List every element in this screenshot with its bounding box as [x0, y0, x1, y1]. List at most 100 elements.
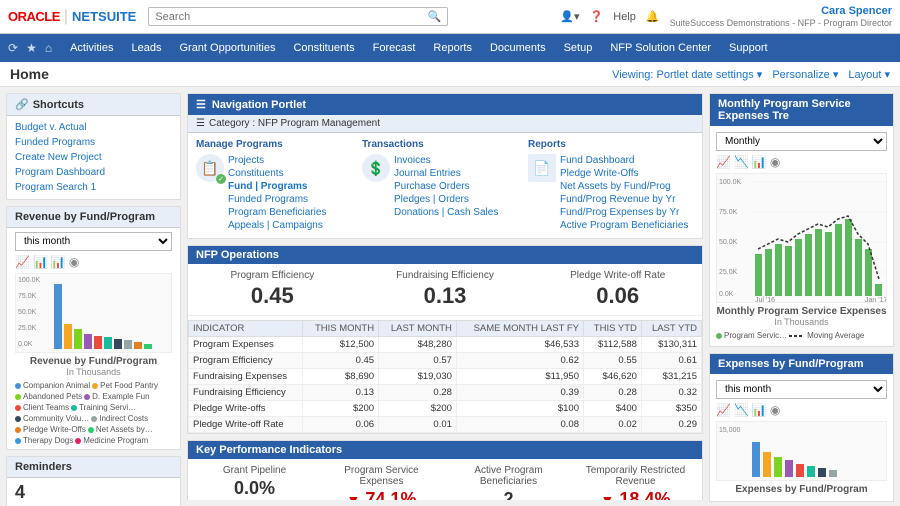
shortcut-budget[interactable]: Budget v. Actual: [15, 120, 172, 135]
kpi-fund-eff-value: 0.13: [369, 283, 522, 309]
legend-dot-netassets: [88, 427, 94, 433]
revenue-panel: Revenue by Fund/Program this month 📈 📊 📊…: [6, 206, 181, 450]
kpi-fund-eff-label: Fundraising Efficiency: [369, 270, 522, 281]
e-bar-icon[interactable]: 📊: [752, 403, 767, 417]
svg-text:Jan '17: Jan '17: [865, 297, 887, 303]
link-invoices[interactable]: Invoices: [394, 154, 498, 167]
nav-reports[interactable]: Reports: [425, 38, 480, 58]
nav-leads[interactable]: Leads: [123, 38, 169, 58]
viewing-settings[interactable]: Viewing: Portlet date settings ▾: [612, 68, 762, 81]
shortcut-dashboard[interactable]: Program Dashboard: [15, 165, 172, 180]
nav-forecast[interactable]: Forecast: [365, 38, 424, 58]
search-input[interactable]: [155, 11, 427, 23]
link-constituents[interactable]: Constituents: [228, 167, 326, 180]
link-pledges-orders[interactable]: Pledges | Orders: [394, 193, 498, 206]
nav-bar: ⟳ ★ ⌂ Activities Leads Grant Opportuniti…: [0, 34, 900, 62]
user-info: Cara Spencer SuiteSuccess Demonstrations…: [670, 4, 892, 30]
legend-indirect: Indirect Costs: [91, 414, 148, 423]
m-pie-icon[interactable]: ◉: [770, 155, 780, 169]
nav-support[interactable]: Support: [721, 38, 776, 58]
recent-icon[interactable]: ⟳: [8, 41, 18, 55]
link-pledge-write-offs[interactable]: Pledge Write-Offs: [560, 167, 688, 180]
nav-activities[interactable]: Activities: [62, 38, 121, 58]
legend-dot-indirect: [91, 416, 97, 422]
svg-text:25.0K: 25.0K: [719, 269, 738, 276]
legend-therapy: Therapy Dogs: [15, 436, 73, 445]
portlet-manage-programs: Manage Programs 📋 ✓ Projects Constituent…: [196, 139, 362, 232]
transactions-title: Transactions: [362, 139, 528, 150]
nav-nfp[interactable]: NFP Solution Center: [602, 38, 719, 58]
m-area-icon[interactable]: 📉: [734, 155, 749, 169]
shortcuts-panel: 🔗 Shortcuts Budget v. Actual Funded Prog…: [6, 93, 181, 200]
home-icon[interactable]: ⌂: [45, 41, 52, 55]
legend-dot-abandoned: [15, 394, 21, 400]
favorites-icon[interactable]: ★: [26, 41, 37, 55]
personalize-btn[interactable]: Personalize ▾: [772, 68, 838, 81]
th-this-ytd: THIS YTD: [584, 321, 642, 337]
revenue-title: Revenue by Fund/Program: [15, 211, 155, 223]
nav-portlet-category: Category : NFP Program Management: [209, 118, 380, 129]
svg-text:100.0K: 100.0K: [18, 277, 41, 284]
navigation-portlet: ☰ Navigation Portlet ☰ Category : NFP Pr…: [187, 93, 703, 239]
monthly-chart-subtitle: In Thousands: [716, 317, 887, 327]
layout-btn[interactable]: Layout ▾: [848, 68, 890, 81]
kpi-prog-eff-value: 0.45: [196, 283, 349, 309]
legend-dot-petfood: [92, 383, 98, 389]
revenue-chart-subtitle: In Thousands: [15, 367, 172, 377]
e-line-icon[interactable]: 📈: [716, 403, 731, 417]
expenses-period-select[interactable]: this month: [716, 380, 887, 399]
m-bar-icon[interactable]: 📊: [752, 155, 767, 169]
bell-icon[interactable]: 🔔: [646, 10, 660, 23]
link-net-assets[interactable]: Net Assets by Fund/Prog: [560, 180, 688, 193]
help-icon[interactable]: ❓: [590, 10, 604, 23]
line-chart-icon[interactable]: 📈: [15, 255, 30, 269]
link-purchase-orders[interactable]: Purchase Orders: [394, 180, 498, 193]
portlet-transactions: Transactions 💲 Invoices Journal Entries …: [362, 139, 528, 232]
nav-constituents[interactable]: Constituents: [285, 38, 362, 58]
monthly-period-select[interactable]: Monthly: [716, 132, 887, 151]
link-fund-dashboard[interactable]: Fund Dashboard: [560, 154, 688, 167]
nav-setup[interactable]: Setup: [556, 38, 601, 58]
revenue-period-select[interactable]: this month: [15, 232, 172, 251]
shortcut-search[interactable]: Program Search 1: [15, 180, 172, 195]
profile-icon[interactable]: 👤▾: [560, 10, 579, 23]
legend-community: Community Volu…: [15, 414, 89, 423]
e-pie-icon[interactable]: ◉: [770, 403, 780, 417]
reports-title: Reports: [528, 139, 694, 150]
monthly-chart: 100.0K 75.0K 50.0K 25.0K 0.0K: [716, 173, 887, 303]
pie-chart-icon[interactable]: ◉: [69, 255, 79, 269]
nav-documents[interactable]: Documents: [482, 38, 554, 58]
user-role: SuiteSuccess Demonstrations - NFP - Prog…: [670, 18, 892, 30]
link-funded-programs[interactable]: Funded Programs: [228, 193, 326, 206]
m-line-icon[interactable]: 📈: [716, 155, 731, 169]
legend-example: D. Example Fun: [84, 392, 149, 401]
link-active-beneficiaries[interactable]: Active Program Beneficiaries: [560, 219, 688, 232]
shortcut-funded[interactable]: Funded Programs: [15, 135, 172, 150]
link-fund-prog-expenses[interactable]: Fund/Prog Expenses by Yr: [560, 206, 688, 219]
e-area-icon[interactable]: 📉: [734, 403, 749, 417]
link-journal-entries[interactable]: Journal Entries: [394, 167, 498, 180]
user-name: Cara Spencer: [670, 4, 892, 18]
menu-icon: ☰: [196, 98, 206, 111]
link-fund-prog-revenue[interactable]: Fund/Prog Revenue by Yr: [560, 193, 688, 206]
link-projects[interactable]: Projects: [228, 154, 326, 167]
table-row: Fundraising Efficiency 0.13 0.28 0.39 0.…: [189, 385, 702, 401]
netsuite-label: NETSUITE: [72, 9, 136, 24]
shortcut-create[interactable]: Create New Project: [15, 150, 172, 165]
svg-text:100.0K: 100.0K: [719, 179, 742, 186]
expenses-fund-body: this month 📈 📉 📊 ◉ 15,000: [710, 374, 893, 501]
link-donations[interactable]: Donations | Cash Sales: [394, 206, 498, 219]
shortcuts-icon: 🔗: [15, 98, 29, 111]
expenses-chart-icons: 📈 📉 📊 ◉: [716, 403, 887, 417]
legend-dot-pledge: [15, 427, 21, 433]
link-program-beneficiaries[interactable]: Program Beneficiaries: [228, 206, 326, 219]
link-appeals-campaigns[interactable]: Appeals | Campaigns: [228, 219, 326, 232]
svg-text:15,000: 15,000: [719, 427, 741, 434]
legend-dot-companion: [15, 383, 21, 389]
bar-chart-icon[interactable]: 📊: [51, 255, 66, 269]
area-chart-icon[interactable]: 📊: [33, 255, 48, 269]
shortcuts-title: Shortcuts: [33, 99, 84, 111]
nav-grant-opportunities[interactable]: Grant Opportunities: [171, 38, 283, 58]
link-fund-programs[interactable]: Fund | Programs: [228, 180, 326, 193]
manage-links: Projects Constituents Fund | Programs Fu…: [228, 154, 326, 232]
